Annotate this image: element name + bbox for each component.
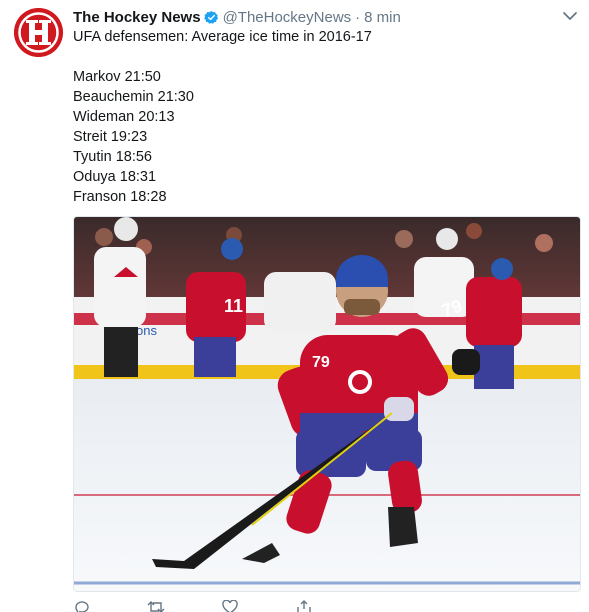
reply-icon <box>75 601 89 612</box>
hockey-news-logo-icon <box>14 8 63 57</box>
tweet-text-line: Beauchemin 21:30 <box>73 89 194 105</box>
separator-dot: · <box>355 8 361 26</box>
timestamp[interactable]: 8 min <box>364 9 401 26</box>
verified-badge-icon <box>203 10 219 25</box>
tweet-text-line: Streit 19:23 <box>73 129 148 145</box>
jersey-number: 11 <box>224 296 243 316</box>
retweet-icon <box>147 601 165 612</box>
display-name[interactable]: The Hockey News <box>73 9 201 26</box>
tweet-text-line: Tyutin 18:56 <box>73 149 152 165</box>
tweet-text-line <box>73 47 573 67</box>
tweet-header: The Hockey News @TheHockeyNews · 8 min <box>73 7 401 27</box>
jersey-number: 79 <box>312 354 330 371</box>
tweet-menu-button[interactable] <box>562 9 578 23</box>
tweet-text-line: Wideman 20:13 <box>73 109 175 125</box>
share-icon <box>297 600 311 612</box>
tweet-text-line: Markov 21:50 <box>73 69 161 85</box>
tweet-text-line: UFA defensemen: Average ice time in 2016… <box>73 29 372 45</box>
tweet-photo[interactable]: ons 11 79 79 <box>73 216 581 592</box>
like-icon <box>222 600 238 612</box>
hockey-player-photo: ons 11 79 79 <box>74 217 580 591</box>
tweet-text: UFA defensemen: Average ice time in 2016… <box>73 27 573 207</box>
chevron-down-icon <box>563 12 577 20</box>
tweet-card[interactable]: The Hockey News @TheHockeyNews · 8 min U… <box>0 0 589 612</box>
tweet-text-line: Franson 18:28 <box>73 189 167 205</box>
like-button[interactable] <box>221 600 239 612</box>
avatar[interactable] <box>14 8 63 57</box>
share-button[interactable] <box>295 600 313 612</box>
tweet-text-line: Oduya 18:31 <box>73 169 157 185</box>
reply-button[interactable] <box>73 600 91 612</box>
tweet-actions <box>73 600 313 612</box>
retweet-button[interactable] <box>147 600 165 612</box>
user-handle[interactable]: @TheHockeyNews <box>223 9 352 26</box>
